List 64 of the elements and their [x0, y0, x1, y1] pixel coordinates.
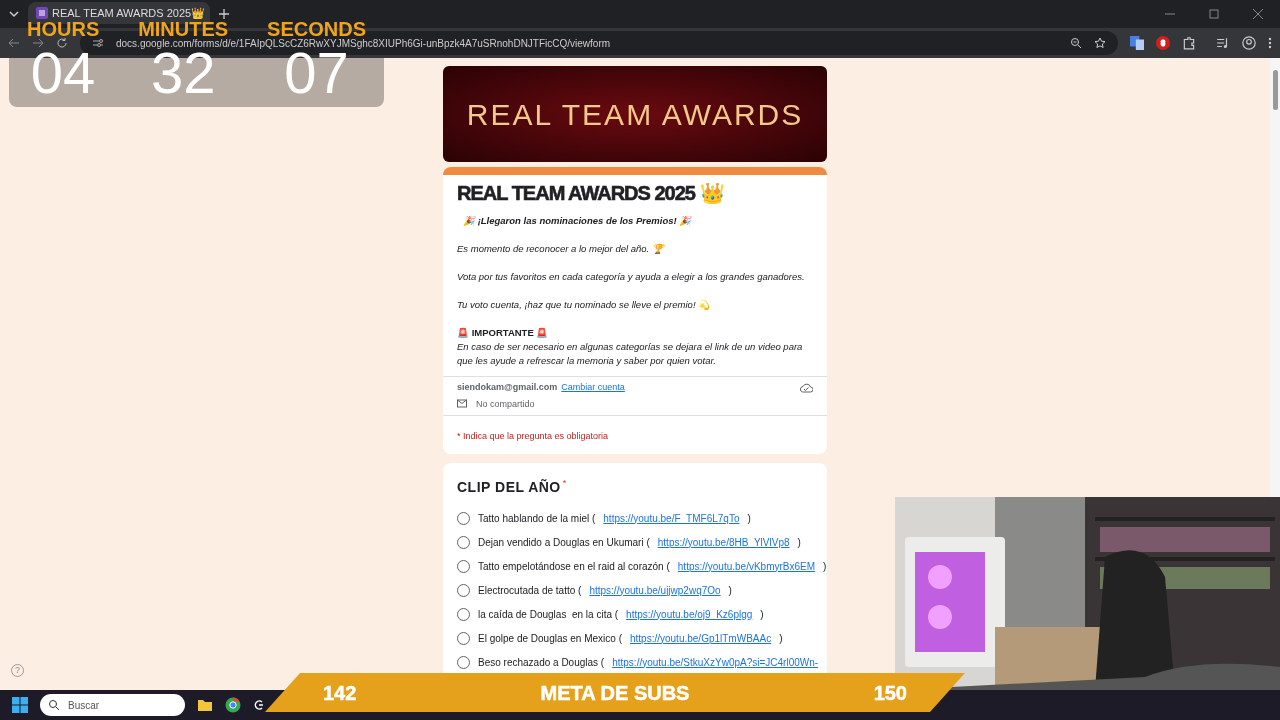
required-asterisk: * — [562, 477, 567, 490]
option-label: la caída de Douglas en la cita ( — [478, 607, 619, 622]
option-label: ) — [760, 607, 764, 622]
switch-account-link[interactable]: Cambiar cuenta — [561, 381, 625, 395]
option-label: Dejan vendido a Douglas en Ukumari ( — [478, 535, 650, 550]
extensions-icon[interactable] — [1182, 36, 1196, 50]
sub-target: 150 — [873, 680, 907, 706]
description-text: En caso de ser necesario en algunas categorías se dejara el link de un video para que les ayude a refrescar la memoria y saber por quien votar. — [457, 340, 804, 368]
description-text: Es momento de reconocer a lo mejor del año. 🏆 — [457, 242, 666, 256]
video-link[interactable]: https://youtu.be/StkuXzYw0pA?si=JC4rl00Wn- — [612, 654, 819, 670]
option-label: ) — [779, 631, 783, 646]
url-text: docs.google.com/forms/d/e/1FAIpQLScCZ6RwXYJMSghc8XIUPh6Gi-unBpzk4A7uSRnohDNJTFicCQ/viewform — [116, 36, 612, 49]
account-email: siendokam@gmail.com — [457, 381, 558, 394]
option-label: ) — [747, 511, 751, 526]
sub-goal-label: META DE SUBS — [540, 680, 690, 706]
forward-icon[interactable] — [32, 37, 44, 49]
media-icon[interactable] — [1216, 36, 1230, 50]
tab-menu-icon[interactable] — [8, 8, 20, 20]
back-icon[interactable] — [8, 37, 20, 49]
video-link[interactable]: https://youtu.be/8HB_YlVlVp8 — [657, 534, 790, 550]
start-icon[interactable] — [12, 697, 28, 713]
tab-title: REAL TEAM AWARDS 2025👑 — [52, 7, 206, 19]
cloud-check-icon — [799, 382, 813, 393]
option-label: El golpe de Douglas en Mexico ( — [478, 631, 622, 646]
option-label: Tatto empelotándose en el raid al corazón ( — [478, 559, 670, 574]
form-title: REAL TEAM AWARDS 2025 👑 — [457, 181, 725, 206]
option-label: Beso rechazado a Douglas ( — [478, 655, 605, 670]
description-heading: 🚨 IMPORTANTE 🚨 — [457, 326, 550, 340]
description-text: 🎉 ¡Llegaron las nominaciones de los Premios! 🎉 — [462, 214, 693, 228]
zoom-icon[interactable] — [1070, 37, 1082, 49]
video-link[interactable]: https://youtu.be/vKbmyrBx6EM — [677, 558, 816, 574]
restore-icon[interactable] — [1208, 8, 1220, 20]
site-settings-icon[interactable] — [92, 37, 104, 49]
required-note: * Indica que la pregunta es obligatoria — [457, 431, 609, 441]
new-tab-icon[interactable] — [218, 8, 230, 20]
search-field[interactable]: Buscar — [40, 694, 185, 716]
forms-icon — [36, 7, 48, 19]
search-icon — [48, 699, 60, 711]
mail-icon — [457, 399, 468, 410]
banner: REAL TEAM AWARDS — [443, 66, 827, 162]
description-text: Vota por tus favoritos en cada categoría y ayuda a elegir a los grandes ganadores. — [457, 270, 806, 284]
sub-count: 142 — [323, 680, 357, 706]
scrollbar-thumb[interactable] — [1272, 70, 1278, 110]
option-label: ) — [823, 559, 827, 574]
video-link[interactable]: https://youtu.be/Gp1lTmWBAAc — [630, 630, 772, 646]
option-label: Tatto hablando de la miel ( — [478, 511, 596, 526]
reload-icon[interactable] — [56, 37, 68, 49]
star-icon[interactable] — [1094, 37, 1106, 49]
app-icon[interactable] — [253, 699, 265, 711]
option-label: Electrocutada de tatto ( — [478, 583, 582, 598]
sharing-status: No compartido — [476, 397, 535, 411]
description-text: Tu voto cuenta, ¡haz que tu nominado se lleve el premio! 💫 — [457, 298, 712, 312]
browser-icon[interactable] — [225, 697, 241, 713]
menu-icon[interactable] — [1268, 37, 1272, 49]
video-link[interactable]: https://youtu.be/F_TMF6L7qTo — [603, 510, 740, 526]
option-label: ) — [728, 583, 732, 598]
profile-icon[interactable] — [1242, 36, 1256, 50]
video-link[interactable]: https://youtu.be/oj9_Kz6plgg — [626, 606, 753, 622]
close-icon[interactable] — [1252, 8, 1264, 20]
translate-icon[interactable] — [1130, 36, 1144, 50]
question-title: CLIP DEL AÑO — [457, 478, 561, 497]
video-link[interactable]: https://youtu.be/ujjwp2wq7Oo — [589, 582, 721, 598]
folder-icon[interactable] — [197, 697, 213, 713]
option-label: ) — [797, 535, 801, 550]
